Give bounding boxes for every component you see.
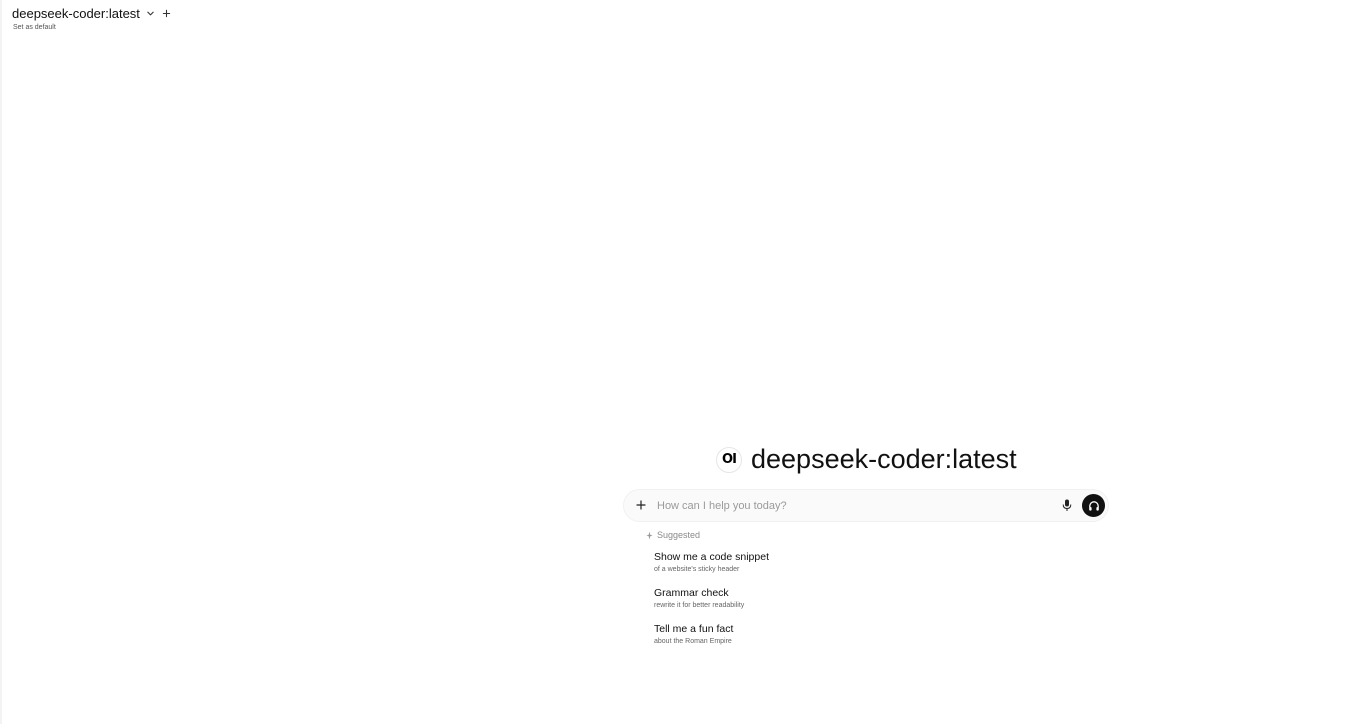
suggestion-subtitle: rewrite it for better readability: [654, 602, 745, 609]
suggestion-title: Grammar check: [654, 587, 729, 599]
plus-icon: [636, 500, 646, 510]
set-default-link[interactable]: Set as default: [13, 24, 56, 31]
headphones-icon: [1088, 500, 1099, 511]
hero: OI deepseek-coder:latest: [716, 444, 1017, 475]
microphone-button[interactable]: [1060, 498, 1074, 513]
sparkle-icon: [646, 531, 653, 539]
hero-title: deepseek-coder:latest: [751, 444, 1017, 474]
voice-mode-button[interactable]: [1082, 494, 1105, 517]
prompt-input[interactable]: [657, 497, 1047, 514]
chevron-down-icon[interactable]: [145, 7, 157, 19]
suggestion-title: Tell me a fun fact: [654, 623, 734, 635]
attach-button[interactable]: [634, 498, 648, 512]
suggestion-item[interactable]: Grammar check rewrite it for better read…: [654, 587, 894, 610]
suggestion-subtitle: about the Roman Empire: [654, 638, 732, 645]
sidebar-edge: [0, 0, 2, 724]
suggestion-item[interactable]: Tell me a fun fact about the Roman Empir…: [654, 623, 894, 646]
suggestion-title: Show me a code snippet: [654, 551, 769, 563]
chat-page: deepseek-coder:latest Set as default OI …: [0, 0, 1358, 724]
suggested-label: Suggested: [657, 530, 701, 540]
model-logo: OI: [716, 446, 742, 473]
logo-text: OI: [722, 452, 737, 467]
microphone-icon: [1062, 499, 1072, 511]
plus-icon: [163, 9, 171, 17]
model-selector[interactable]: deepseek-coder:latest: [12, 6, 140, 21]
suggestion-subtitle: of a website's sticky header: [654, 566, 740, 573]
chat-input-container: [624, 490, 1108, 521]
suggested-header: Suggested: [646, 530, 700, 540]
suggestion-item[interactable]: Show me a code snippet of a website's st…: [654, 551, 894, 574]
model-selector-bar: deepseek-coder:latest: [12, 5, 174, 21]
add-model-button[interactable]: [160, 6, 174, 20]
